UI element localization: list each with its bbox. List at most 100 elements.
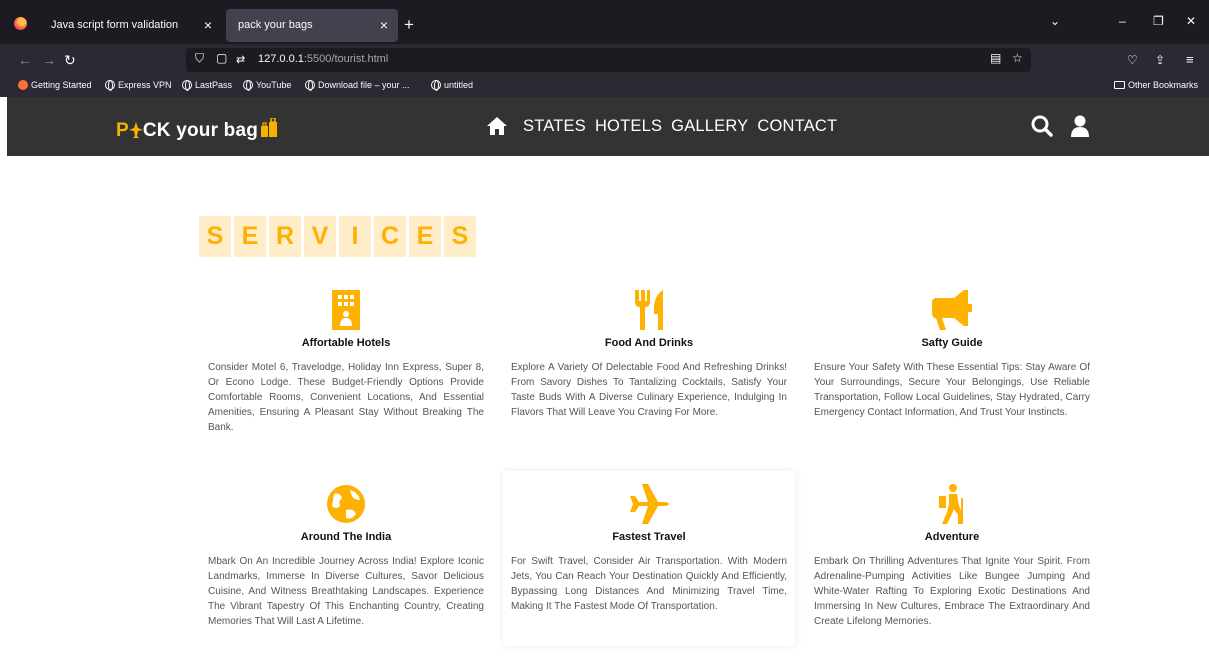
tab-pack-your-bags[interactable]: pack your bags × xyxy=(226,9,398,42)
plane-logo-icon xyxy=(128,122,143,138)
bookmark-lastpass[interactable]: LastPass xyxy=(182,80,233,91)
site-logo[interactable]: P CK your bag xyxy=(116,116,278,142)
back-icon[interactable]: ← xyxy=(18,51,32,69)
url-text: 127.0.0.1:5500/tourist.html xyxy=(258,53,388,65)
logo-letter-p: P xyxy=(116,120,129,141)
card-text: Consider Motel 6, Travelodge, Holiday In… xyxy=(208,362,484,433)
bookmark-star-icon[interactable]: ☆ xyxy=(1012,51,1023,65)
header-icons xyxy=(1031,115,1089,142)
card-title: Safty Guide xyxy=(921,337,983,349)
bookmark-download-file[interactable]: Download file – your ... xyxy=(305,80,410,91)
service-card-hotels: Affortable Hotels Consider Motel 6, Trav… xyxy=(200,290,492,470)
service-card-india: Around The India Mbark On An Incredible … xyxy=(200,484,492,664)
luggage-icon xyxy=(260,117,278,138)
firefox-icon xyxy=(14,17,27,30)
browser-chrome: Java script form validation × pack your … xyxy=(0,0,1209,97)
heading-letter: E xyxy=(234,216,266,257)
globe-icon xyxy=(327,485,365,523)
card-title: Adventure xyxy=(924,531,980,543)
card-title: Fastest Travel xyxy=(612,531,686,543)
heading-letter: S xyxy=(199,216,231,257)
card-text: Explore A Variety Of Delectable Food And… xyxy=(511,362,787,418)
service-card-safety: Safty Guide Ensure Your Safety With Thes… xyxy=(806,290,1098,470)
new-tab-icon[interactable]: + xyxy=(404,15,414,35)
other-bookmarks[interactable]: Other Bookmarks xyxy=(1114,80,1198,90)
globe-icon xyxy=(243,80,253,91)
bookmark-label: Getting Started xyxy=(31,80,92,90)
nav-gallery[interactable]: GALLERY xyxy=(671,117,748,136)
heading-letter: I xyxy=(339,216,371,257)
reader-view-icon[interactable]: ▤ xyxy=(990,51,1001,65)
bookmarks-toolbar: Getting Started Express VPN LastPass You… xyxy=(0,76,1209,97)
bookmark-getting-started[interactable]: Getting Started xyxy=(18,80,92,90)
heading-letter: C xyxy=(374,216,406,257)
card-text: Mbark On An Incredible Journey Across In… xyxy=(208,556,484,627)
tab-title: pack your bags xyxy=(238,19,313,31)
card-title: Affortable Hotels xyxy=(301,337,391,349)
globe-icon xyxy=(105,80,115,91)
bookmark-express-vpn[interactable]: Express VPN xyxy=(105,80,172,91)
url-path: :5500/tourist.html xyxy=(303,53,389,65)
url-host: 127.0.0.1 xyxy=(258,53,304,65)
list-tabs-icon[interactable]: ⌄ xyxy=(1050,14,1060,28)
firefox-icon xyxy=(18,80,28,90)
plane-icon xyxy=(630,484,669,524)
shield-icon[interactable]: ⛉ xyxy=(195,51,204,66)
extensions-icon[interactable]: ⇪ xyxy=(1155,51,1165,69)
heading-letter: E xyxy=(409,216,441,257)
service-card-food: Food And Drinks Explore A Variety Of Del… xyxy=(503,290,795,470)
permissions-icon[interactable]: ⇄ xyxy=(236,53,245,66)
card-title: Food And Drinks xyxy=(604,337,694,349)
pocket-icon[interactable]: ♡ xyxy=(1127,51,1138,69)
tab-title: Java script form validation xyxy=(51,19,179,31)
bookmark-label: untitled xyxy=(444,80,474,90)
main-nav: STATES HOTELS GALLERY CONTACT xyxy=(486,116,837,136)
web-page: P CK your bag STATES HOTELS GALLERY CONTA… xyxy=(7,97,1209,646)
restore-icon[interactable]: ❐ xyxy=(1153,14,1164,28)
home-icon[interactable] xyxy=(486,116,508,136)
bookmark-label: Express VPN xyxy=(118,80,172,90)
globe-icon xyxy=(305,80,315,91)
reload-icon[interactable]: ↻ xyxy=(64,51,76,69)
globe-icon xyxy=(182,80,192,91)
close-tab-icon[interactable]: × xyxy=(204,9,212,42)
services-heading: S E R V I C E S xyxy=(199,216,476,257)
folder-icon xyxy=(1114,81,1125,89)
bookmark-label: LastPass xyxy=(195,80,233,90)
card-text: For Swift Travel, Consider Air Transport… xyxy=(511,556,787,612)
globe-icon xyxy=(431,80,441,91)
service-card-travel: Fastest Travel For Swift Travel, Conside… xyxy=(503,471,795,646)
card-text: Embark On Thrilling Adventures That Igni… xyxy=(814,556,1090,627)
forward-icon[interactable]: → xyxy=(42,51,56,69)
heading-letter: V xyxy=(304,216,336,257)
utensils-icon xyxy=(635,290,663,330)
bookmark-untitled[interactable]: untitled xyxy=(431,80,474,91)
site-header: P CK your bag STATES HOTELS GALLERY CONTA… xyxy=(7,97,1209,156)
page-icon: ▢ xyxy=(216,51,228,65)
bookmark-youtube[interactable]: YouTube xyxy=(243,80,292,91)
nav-contact[interactable]: CONTACT xyxy=(757,117,837,136)
nav-hotels[interactable]: HOTELS xyxy=(595,117,662,136)
tab-form-validation[interactable]: Java script form validation × xyxy=(39,9,222,42)
card-title: Around The India xyxy=(300,531,392,543)
logo-text: CK your bag xyxy=(142,120,259,141)
address-bar[interactable]: ⛉ ▢ ⇄ 127.0.0.1:5500/tourist.html ▤ ☆ xyxy=(186,48,1031,72)
heading-letter: R xyxy=(269,216,301,257)
bookmark-label: YouTube xyxy=(256,80,292,90)
close-window-icon[interactable]: ✕ xyxy=(1186,14,1196,28)
user-icon[interactable] xyxy=(1071,115,1089,142)
card-text: Ensure Your Safety With These Essential … xyxy=(814,362,1090,418)
other-bookmarks-label: Other Bookmarks xyxy=(1128,80,1199,90)
navigation-toolbar: ← → ↻ ⛉ ▢ ⇄ 127.0.0.1:5500/tourist.html … xyxy=(0,44,1209,76)
search-icon[interactable] xyxy=(1031,115,1053,142)
tab-bar: Java script form validation × pack your … xyxy=(0,0,1209,44)
hiking-icon xyxy=(939,484,963,524)
menu-icon[interactable]: ≡ xyxy=(1186,51,1194,69)
service-card-adventure: Adventure Embark On Thrilling Adventures… xyxy=(806,484,1098,664)
bullhorn-icon xyxy=(932,290,972,330)
minimize-icon[interactable]: – xyxy=(1119,14,1126,28)
close-tab-icon[interactable]: × xyxy=(380,9,388,42)
hotel-icon xyxy=(332,290,360,330)
nav-states[interactable]: STATES xyxy=(523,117,586,136)
heading-letter: S xyxy=(444,216,476,257)
